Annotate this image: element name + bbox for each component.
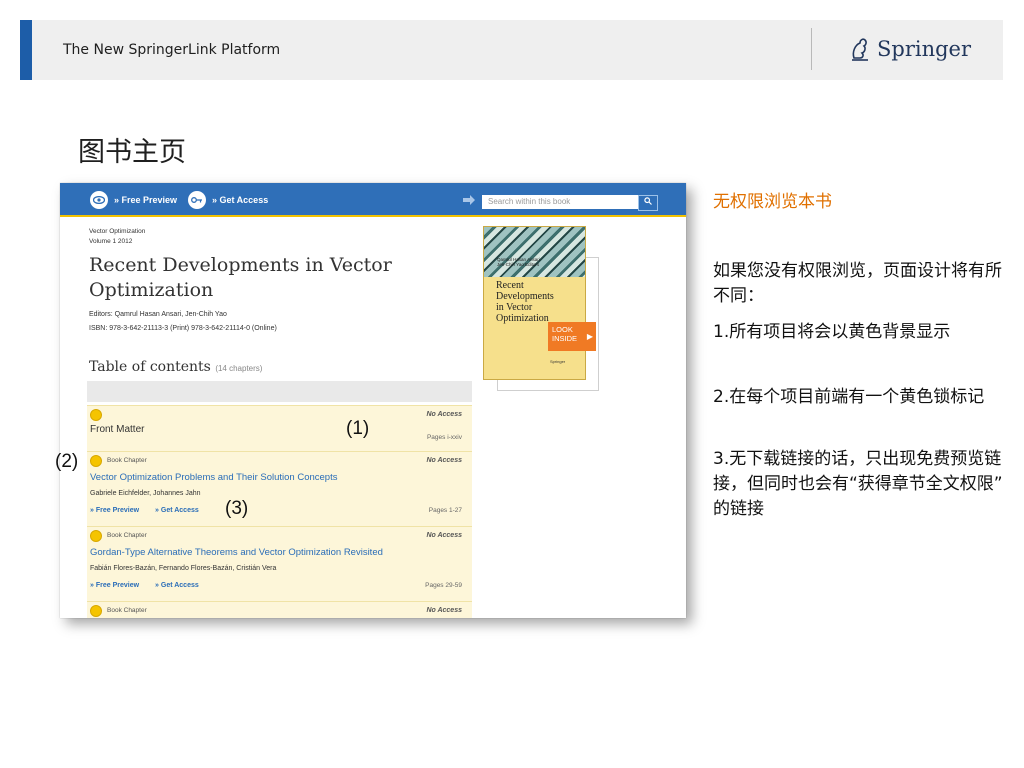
book-editors: Editors: Qamrul Hasan Ansari, Jen-Chih Y… [89,311,227,318]
springer-logo: Springer [849,32,971,66]
chapter-authors: Fabián Flores-Bazán, Fernando Flores-Baz… [90,565,277,572]
side-intro: 如果您没有权限浏览，页面设计将有所不同： [713,261,1002,306]
cover-publisher: Springer [550,359,566,364]
access-status: No Access [426,457,462,464]
get-access-label: » Get Access [212,195,269,205]
book-volume: Volume 1 2012 [89,238,133,245]
side-heading: 无权限浏览本书 [713,192,832,212]
front-matter-title[interactable]: Front Matter [90,424,144,435]
chapter-links: » Free Preview » Get Access [90,507,199,514]
header-accent-bar [20,20,32,80]
header-title: The New SpringerLink Platform [63,42,281,58]
cover-title-line: Recent [496,280,524,291]
page-range: Pages i-xxiv [426,434,462,441]
chapter-title-link[interactable]: Gordan-Type Alternative Theorems and Vec… [90,547,383,558]
cover-title: Recent Developments in Vector Optimizati… [496,280,554,324]
slide-title: 图书主页 [78,137,186,168]
lock-icon [90,455,102,467]
free-preview-label: » Free Preview [114,195,178,205]
callout-2: (2) [55,451,79,472]
cover-title-line: Developments [496,291,554,302]
access-status: No Access [426,607,462,614]
access-status: No Access [426,411,462,418]
lock-icon [90,605,102,617]
springerlink-screenshot: » Free Preview » Get Access Search withi… [60,183,686,618]
search-icon [644,197,652,205]
chapter-type: Book Chapter [107,532,147,539]
front-matter-row[interactable]: No Access Front Matter Pages i-xxiv [87,405,472,452]
toc-chapter-count: (14 chapters) [215,364,263,373]
book-series[interactable]: Vector Optimization [89,228,145,235]
page-range: Pages 29-59 [425,582,462,589]
chapter-free-preview-link[interactable]: » Free Preview [90,507,139,514]
chapter-row: Book Chapter No Access Vector Optimizati… [87,451,472,527]
header-divider [811,28,812,70]
get-access-link[interactable]: » Get Access [188,191,268,209]
search-button[interactable] [638,195,658,211]
chapter-links: » Free Preview » Get Access [90,582,199,589]
cover-artwork [484,227,585,277]
springer-horse-icon [852,38,868,61]
cover-authors: Qamrul Hasan Ansari Jen-Chih Yao Editors [497,257,540,267]
arrow-right-icon [463,195,475,205]
book-cover[interactable]: Qamrul Hasan Ansari Jen-Chih Yao Editors… [483,226,586,380]
cover-author-line: Jen-Chih Yao Editors [497,262,540,267]
toc-header-bar [87,381,472,402]
toc-heading: Table of contents (14 chapters) [89,359,262,375]
page-range: Pages 1-27 [428,507,462,514]
callout-1: (1) [346,418,370,439]
toc-heading-label: Table of contents [89,359,211,375]
book-title: Recent Developments in Vector Optimizati… [89,254,392,301]
access-status: No Access [426,532,462,539]
key-icon [188,191,206,209]
book-toolbar: » Free Preview » Get Access Search withi… [60,183,686,217]
brand-name: Springer [877,37,972,61]
free-preview-link[interactable]: » Free Preview [90,191,177,209]
callout-3: (3) [225,498,249,519]
chapter-authors: Gabriele Eichfelder, Johannes Jahn [90,490,201,497]
side-point-1: 1.所有项目将会以黄色背景显示 [713,322,951,342]
side-point-2: 2.在每个项目前端有一个黄色锁标记 [713,387,985,407]
chapter-type: Book Chapter [107,457,147,464]
chevron-right-icon: ▶ [586,332,593,341]
chapter-get-access-link[interactable]: » Get Access [155,582,199,589]
chapter-row: Book Chapter No Access [87,601,472,618]
book-search-input[interactable]: Search within this book [482,195,643,209]
chapter-title-link[interactable]: Vector Optimization Problems and Their S… [90,472,337,483]
eye-icon [90,191,108,209]
chapter-row: Book Chapter No Access Gordan-Type Alter… [87,526,472,602]
look-inside-button[interactable]: LOOK INSIDE ▶ [548,322,596,351]
chapter-get-access-link[interactable]: » Get Access [155,507,199,514]
lock-icon [90,530,102,542]
book-isbn: ISBN: 978-3-642-21113-3 (Print) 978-3-64… [89,325,277,332]
chapter-free-preview-link[interactable]: » Free Preview [90,582,139,589]
cover-title-line: in Vector [496,302,533,313]
side-point-3: 3.无下载链接的话，只出现免费预览链接，但同时也会有“获得章节全文权限” 的链接 [713,449,1003,519]
chapter-type: Book Chapter [107,607,147,614]
cover-title-line: Optimization [496,313,549,324]
lock-icon [90,409,102,421]
